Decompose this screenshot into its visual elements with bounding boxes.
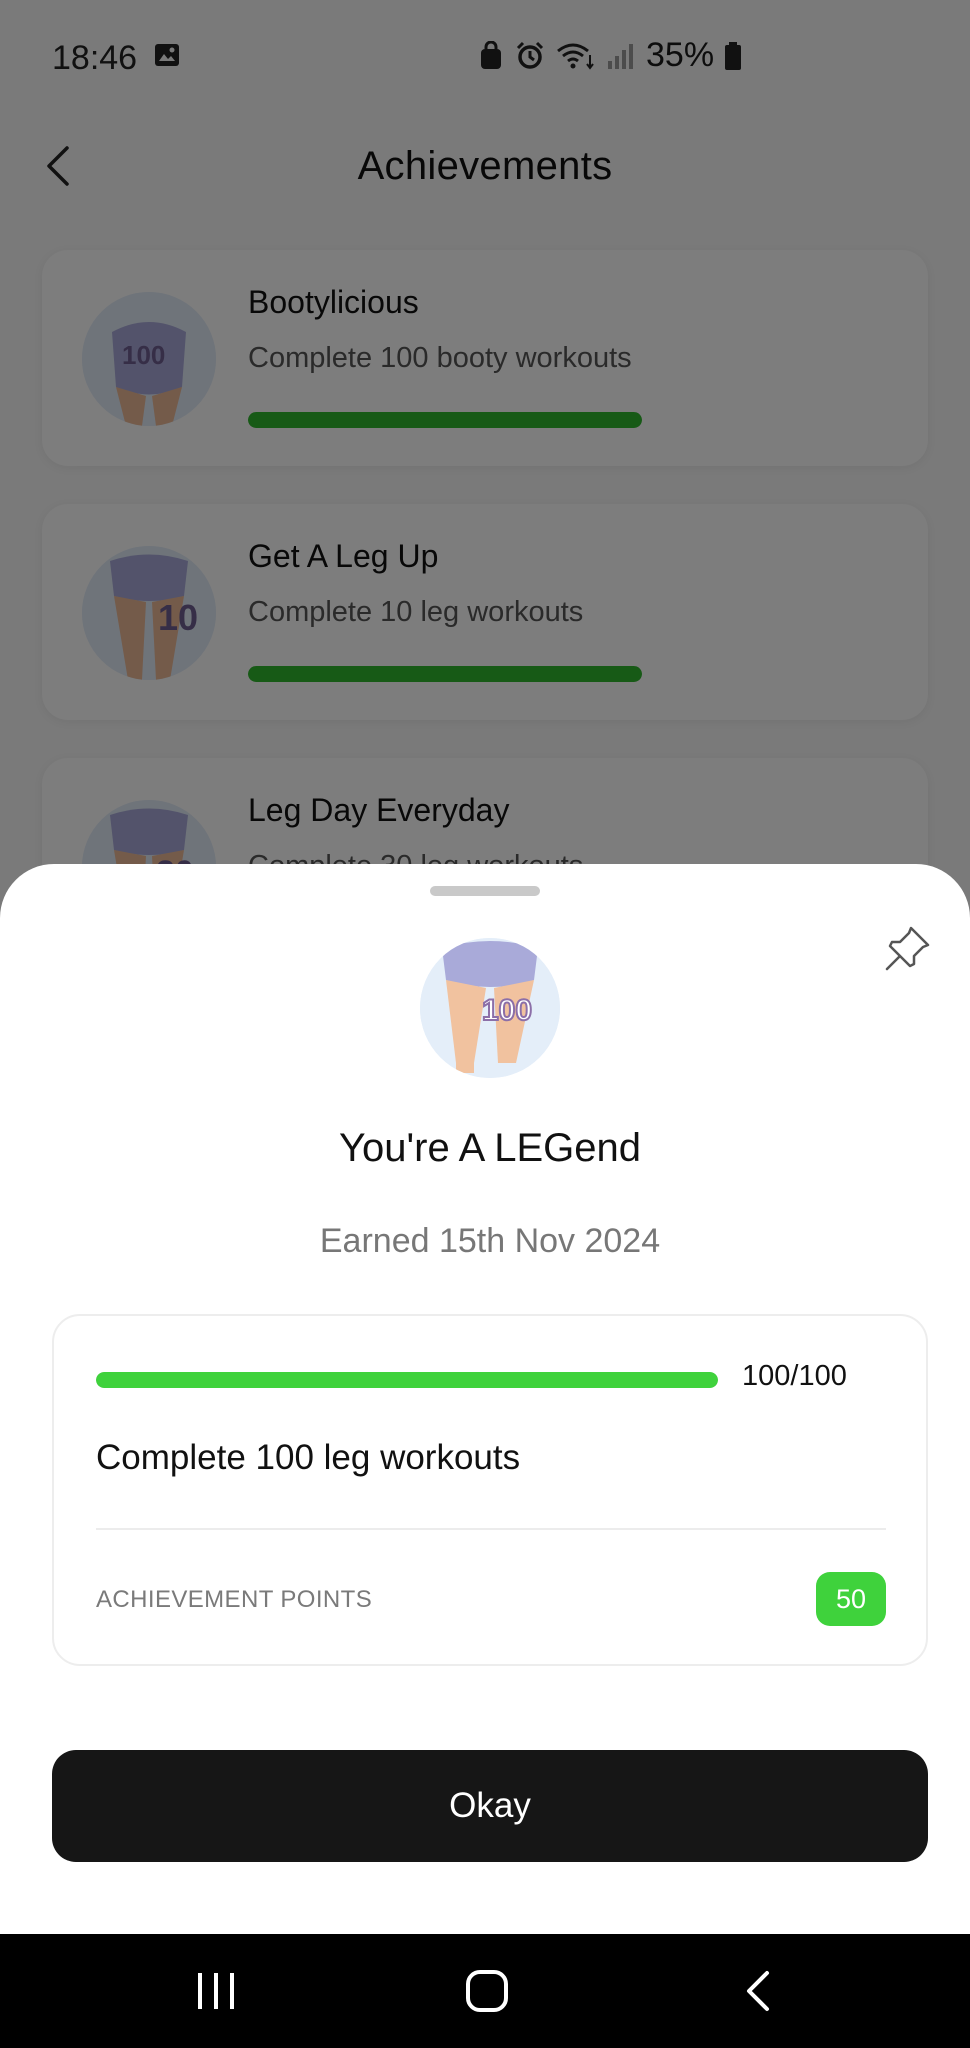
badge-number: 100 <box>482 994 532 1027</box>
earned-date: Earned 15th Nov 2024 <box>319 1222 661 1260</box>
achievement-task: Complete 100 leg workouts <box>96 1438 521 1477</box>
recent-apps-button[interactable] <box>186 1964 246 2018</box>
sheet-drag-handle[interactable] <box>430 886 540 896</box>
home-button[interactable] <box>457 1964 517 2018</box>
progress-count: 100/100 <box>742 1360 847 1392</box>
divider <box>96 1528 886 1530</box>
system-nav-bar <box>0 1934 970 2048</box>
back-arrow-icon <box>747 1971 769 2011</box>
nav-back-button[interactable] <box>728 1964 788 2018</box>
pin-button[interactable] <box>878 918 938 978</box>
pin-icon <box>885 926 930 971</box>
points-label: ACHIEVEMENT POINTS <box>96 1586 373 1613</box>
achievement-progress-bar <box>96 1372 718 1388</box>
okay-button[interactable]: Okay <box>52 1750 928 1862</box>
achievement-detail-sheet: 100 You're A LEGend Earned 15th Nov 2024… <box>0 864 970 1934</box>
achievement-progress-fill <box>96 1372 718 1388</box>
achievement-title: You're A LEGend <box>339 1126 641 1170</box>
achievement-badge-image: 100 <box>420 938 560 1078</box>
points-badge: 50 <box>816 1572 886 1626</box>
achievement-progress-card: 100/100 Complete 100 leg workouts ACHIEV… <box>52 1314 928 1666</box>
recent-apps-icon <box>198 1973 234 2009</box>
home-icon <box>466 1970 508 2012</box>
